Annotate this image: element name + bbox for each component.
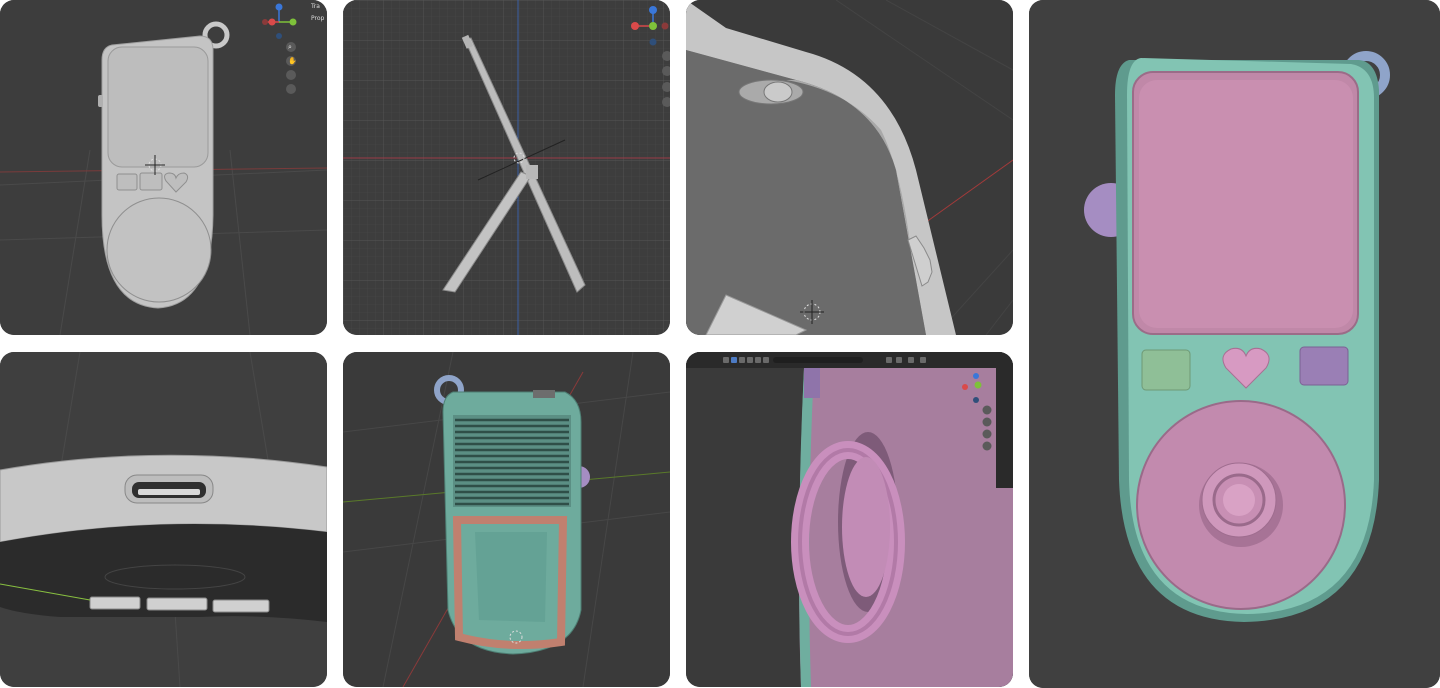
side-stand-render <box>343 0 670 335</box>
corner-closeup-render <box>686 0 1013 335</box>
panel-side-stand <box>343 0 670 335</box>
panel-front-gray: ⌕ ✋ Tra Prop <box>0 0 327 335</box>
front-gray-render: ⌕ ✋ Tra Prop <box>0 0 327 335</box>
panel-joystick-closeup <box>686 352 1013 687</box>
outliner-item[interactable]: Prop <box>311 15 325 22</box>
front-colored-render <box>1029 0 1440 688</box>
svg-text:✋: ✋ <box>288 56 297 65</box>
joystick-closeup-render <box>686 352 1013 687</box>
panel-front-colored <box>1029 0 1440 688</box>
back-grille-render <box>343 352 670 687</box>
panel-back-grille <box>343 352 670 687</box>
bottom-port-render <box>0 352 327 687</box>
svg-text:⌕: ⌕ <box>288 43 292 51</box>
panel-corner-closeup <box>686 0 1013 335</box>
outliner-item[interactable]: Tra <box>310 3 320 10</box>
properties-panel[interactable] <box>996 368 1013 488</box>
panel-bottom-port <box>0 352 327 687</box>
